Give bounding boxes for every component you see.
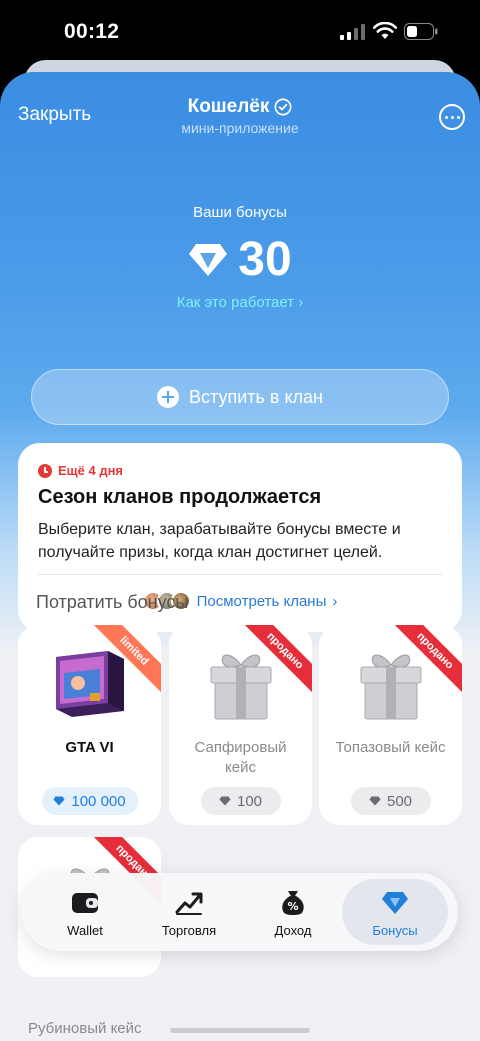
trade-chart-icon bbox=[175, 892, 203, 915]
tab-label: Wallet bbox=[67, 923, 103, 938]
divider bbox=[38, 574, 442, 575]
time-left-text: Ещё 4 дня bbox=[58, 463, 124, 478]
diamond-icon bbox=[53, 796, 65, 806]
status-bar: 00:12 bbox=[0, 0, 480, 62]
status-time: 00:12 bbox=[64, 20, 120, 43]
item-price: 100 000 bbox=[71, 792, 126, 810]
tab-bonuses[interactable]: Бонусы bbox=[342, 879, 448, 945]
gift-box-icon bbox=[360, 654, 422, 720]
dot-icon bbox=[450, 115, 454, 119]
item-price: 100 bbox=[236, 792, 263, 810]
percent-bag-icon: % bbox=[282, 891, 304, 915]
game-box-image bbox=[56, 651, 124, 717]
clan-card-title: Сезон кланов продолжается bbox=[38, 486, 322, 508]
item-name: GTA VI bbox=[65, 739, 114, 756]
price-badge: 500 bbox=[350, 787, 431, 815]
join-clan-label: Вступить в клан bbox=[189, 386, 323, 407]
plus-circle-icon bbox=[157, 386, 179, 408]
item-name: Рубиновый кейс bbox=[28, 1020, 142, 1037]
time-left-badge: Ещё 4 дня bbox=[38, 463, 123, 478]
app-subtitle: мини-приложение bbox=[181, 120, 299, 136]
diamond-icon bbox=[369, 796, 381, 806]
price-badge: 100 000 bbox=[41, 787, 138, 815]
app-header: Кошелёк мини-приложение bbox=[0, 96, 480, 136]
tab-wallet[interactable]: Wallet bbox=[32, 879, 138, 945]
battery-icon bbox=[404, 23, 438, 40]
tab-income[interactable]: % Доход bbox=[240, 879, 346, 945]
bottom-tab-bar: Wallet Торговля % Доход Бонусы bbox=[22, 873, 458, 951]
verified-badge-icon bbox=[274, 98, 292, 116]
spend-section-title: Потратить бонусы bbox=[36, 592, 189, 612]
view-clans-label: Посмотреть кланы bbox=[196, 592, 327, 610]
bonus-amount: 30 bbox=[238, 233, 292, 286]
bonus-balance: 30 bbox=[0, 232, 480, 287]
tab-label: Торговля bbox=[161, 923, 217, 938]
price-badge: 100 bbox=[200, 787, 281, 815]
item-price: 500 bbox=[386, 792, 413, 810]
bonus-item-card[interactable]: limited GTA VI 100 000 bbox=[18, 625, 161, 825]
bonus-item-card[interactable]: продано Топазовый кейс 500 bbox=[319, 625, 462, 825]
app-title: Кошелёк bbox=[187, 96, 270, 117]
diamond-icon bbox=[219, 796, 231, 806]
wifi-icon bbox=[373, 22, 397, 39]
home-indicator bbox=[170, 1028, 310, 1033]
wallet-icon bbox=[72, 893, 98, 913]
clock-icon bbox=[38, 463, 52, 478]
tab-label: Бонусы bbox=[372, 923, 418, 938]
how-it-works-link[interactable]: Как это работает › bbox=[0, 294, 480, 311]
chevron-right-icon: › bbox=[332, 592, 338, 610]
dot-icon bbox=[444, 115, 448, 119]
svg-text:%: % bbox=[287, 900, 298, 913]
chevron-right-icon: › bbox=[298, 294, 304, 311]
gift-box-icon bbox=[210, 654, 272, 720]
diamond-icon bbox=[189, 243, 228, 276]
dot-icon bbox=[456, 115, 460, 119]
diamond-icon bbox=[382, 892, 408, 914]
tab-label: Доход bbox=[274, 923, 312, 938]
tab-trade[interactable]: Торговля bbox=[136, 879, 242, 945]
how-it-works-label: Как это работает bbox=[176, 294, 295, 311]
cellular-signal-icon bbox=[340, 24, 365, 40]
more-options-button[interactable] bbox=[439, 104, 465, 130]
item-name: Топазовый кейс bbox=[335, 739, 446, 756]
bonus-label: Ваши бонусы bbox=[193, 204, 287, 221]
clan-card-description: Выберите клан, зарабатывайте бонусы вмес… bbox=[38, 521, 401, 561]
join-clan-button[interactable]: Вступить в клан bbox=[31, 369, 449, 425]
bonus-item-card[interactable]: продано Сапфировый кейс 100 bbox=[169, 625, 312, 825]
item-name: Сапфировый кейс bbox=[194, 739, 287, 776]
